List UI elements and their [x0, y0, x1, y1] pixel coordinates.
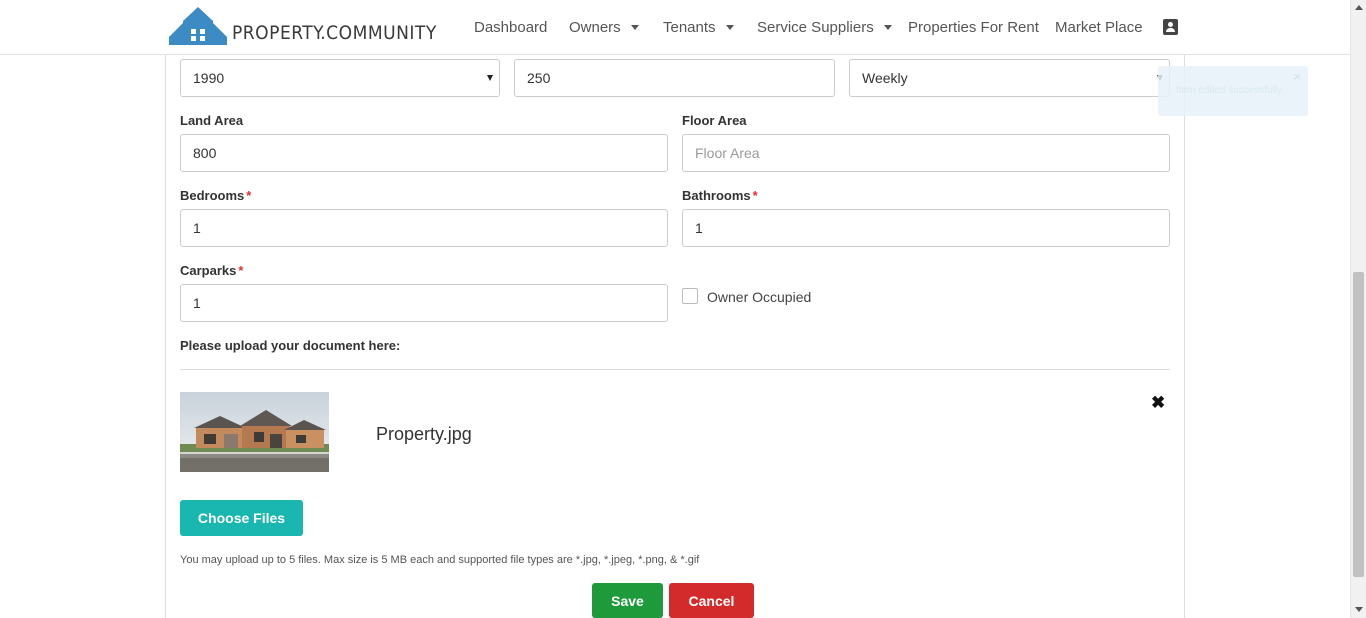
owner-occupied-label[interactable]: Owner Occupied [707, 289, 811, 305]
nav-tenants[interactable]: Tenants [663, 19, 734, 36]
close-icon[interactable]: × [1293, 69, 1301, 84]
property-image [180, 392, 329, 472]
bathrooms-field[interactable]: 1 [682, 209, 1170, 247]
floor-area-placeholder: Floor Area [695, 145, 760, 161]
house-logo-icon [169, 7, 227, 45]
owner-occupied-checkbox[interactable] [682, 288, 698, 304]
rent-frequency-value: Weekly [862, 70, 908, 86]
scroll-up-arrow-icon[interactable] [1355, 5, 1363, 10]
carparks-label: Carparks * [180, 263, 243, 278]
bedrooms-value: 1 [193, 220, 201, 236]
nav-owners[interactable]: Owners [569, 19, 639, 36]
upload-hint: You may upload up to 5 files. Max size i… [180, 554, 700, 566]
carparks-value: 1 [193, 295, 201, 311]
scroll-down-arrow-icon[interactable] [1355, 607, 1363, 612]
required-marker: * [246, 188, 252, 203]
required-marker: * [752, 188, 758, 203]
brand-logo[interactable]: PROPERTY.COMMUNITY [169, 5, 437, 45]
chevron-down-icon [630, 24, 639, 30]
choose-files-button[interactable]: Choose Files [180, 500, 303, 536]
property-thumbnail [180, 392, 329, 472]
required-marker: * [238, 263, 244, 278]
uploaded-file-name: Property.jpg [376, 424, 472, 444]
year-built-value: 1990 [193, 70, 225, 86]
land-area-label: Land Area [180, 113, 244, 128]
bathrooms-label: Bathrooms * [682, 188, 758, 203]
nav-market-place[interactable]: Market Place [1055, 19, 1143, 36]
bedrooms-field[interactable]: 1 [180, 209, 668, 247]
nav-properties-for-rent[interactable]: Properties For Rent [908, 19, 1039, 36]
nav-properties-for-rent-label: Properties For Rent [908, 18, 1039, 36]
cancel-button[interactable]: Cancel [669, 583, 754, 618]
nav-service-suppliers[interactable]: Service Suppliers [757, 19, 892, 36]
upload-label: Please upload your document here: [180, 338, 401, 353]
divider [180, 369, 1170, 370]
select-arrow-icon [487, 75, 493, 81]
toast-message: Item edited successfully [1176, 85, 1283, 96]
nav-owners-label: Owners [569, 18, 621, 36]
bathrooms-value: 1 [695, 220, 703, 236]
chevron-down-icon [883, 24, 892, 30]
nav-service-suppliers-label: Service Suppliers [757, 18, 874, 36]
bathrooms-label-text: Bathrooms [682, 188, 751, 203]
brand-name: PROPERTY.COMMUNITY [232, 22, 437, 44]
nav-dashboard-label: Dashboard [474, 18, 548, 36]
chevron-down-icon [725, 24, 734, 30]
remove-file-icon[interactable]: ✖ [1151, 393, 1165, 413]
land-area-field[interactable]: 800 [180, 134, 668, 172]
contact-card-icon[interactable] [1163, 19, 1178, 35]
floor-area-label: Floor Area [682, 113, 747, 128]
nav-dashboard[interactable]: Dashboard [474, 19, 547, 36]
rent-amount-field[interactable]: 250 [514, 59, 835, 97]
rent-frequency-select[interactable]: Weekly [849, 59, 1170, 97]
scrollbar-thumb[interactable] [1353, 272, 1364, 577]
toast-notification: Item edited successfully × [1158, 66, 1308, 116]
nav-market-place-label: Market Place [1055, 18, 1143, 36]
rent-amount-value: 250 [527, 70, 551, 86]
bedrooms-label: Bedrooms * [180, 188, 251, 203]
save-button[interactable]: Save [592, 583, 663, 618]
top-navbar: PROPERTY.COMMUNITY Dashboard Owners Tena… [0, 0, 1350, 55]
vertical-scrollbar[interactable] [1350, 0, 1366, 618]
land-area-value: 800 [193, 145, 217, 161]
year-built-select[interactable]: 1990 [180, 59, 500, 97]
nav-tenants-label: Tenants [663, 18, 716, 36]
carparks-label-text: Carparks [180, 263, 237, 278]
bedrooms-label-text: Bedrooms [180, 188, 245, 203]
floor-area-field[interactable]: Floor Area [682, 134, 1170, 172]
carparks-field[interactable]: 1 [180, 284, 668, 322]
